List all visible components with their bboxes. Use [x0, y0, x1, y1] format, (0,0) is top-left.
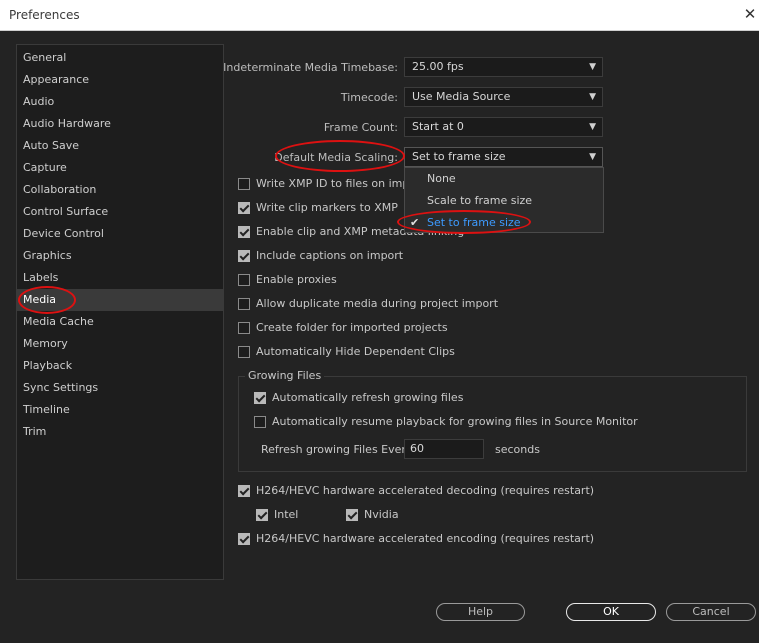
- checkbox[interactable]: [238, 298, 250, 310]
- scaling-label: Default Media Scaling:: [274, 151, 398, 164]
- checkbox-label: Nvidia: [364, 508, 399, 521]
- sidebar-item-auto-save[interactable]: Auto Save: [17, 135, 223, 157]
- sidebar-item-collaboration[interactable]: Collaboration: [17, 179, 223, 201]
- refresh-interval-input[interactable]: 60: [404, 439, 484, 459]
- checkbox[interactable]: [238, 250, 250, 262]
- checkbox-label: H264/HEVC hardware accelerated encoding …: [256, 532, 595, 545]
- timebase-label: Indeterminate Media Timebase:: [223, 61, 398, 74]
- menu-item-none[interactable]: None: [405, 168, 603, 190]
- checkbox-label: Allow duplicate media during project imp…: [256, 297, 499, 310]
- checkbox[interactable]: [254, 416, 266, 428]
- sidebar-item-control-surface[interactable]: Control Surface: [17, 201, 223, 223]
- sidebar-item-device-control[interactable]: Device Control: [17, 223, 223, 245]
- chevron-down-icon: ▼: [589, 92, 596, 102]
- sidebar-item-audio-hardware[interactable]: Audio Hardware: [17, 113, 223, 135]
- timebase-dropdown[interactable]: 25.00 fps ▼: [404, 57, 603, 77]
- timecode-label: Timecode:: [340, 91, 398, 104]
- checkbox-label: Write XMP ID to files on import: [256, 177, 425, 190]
- window-title: Preferences: [9, 8, 80, 22]
- refresh-label: Refresh growing Files Every: [261, 443, 413, 456]
- checkbox[interactable]: [346, 509, 358, 521]
- checkbox[interactable]: [238, 202, 250, 214]
- sidebar-item-sync-settings[interactable]: Sync Settings: [17, 377, 223, 399]
- checkbox-label: Write clip markers to XMP: [256, 201, 398, 214]
- frame-count-value: Start at 0: [412, 120, 464, 133]
- ok-button[interactable]: OK: [566, 603, 656, 621]
- refresh-unit-label: seconds: [495, 443, 540, 456]
- chevron-down-icon: ▼: [589, 122, 596, 132]
- sidebar-item-media-cache[interactable]: Media Cache: [17, 311, 223, 333]
- timecode-value: Use Media Source: [412, 90, 511, 103]
- frame-count-dropdown[interactable]: Start at 0 ▼: [404, 117, 603, 137]
- menu-item-scale-to-frame-size[interactable]: Scale to frame size: [405, 190, 603, 212]
- checkbox-label: Create folder for imported projects: [256, 321, 448, 334]
- timebase-value: 25.00 fps: [412, 60, 464, 73]
- growing-files-title: Growing Files: [245, 369, 325, 382]
- cancel-button[interactable]: Cancel: [666, 603, 756, 621]
- scaling-dropdown[interactable]: Set to frame size ▼: [404, 147, 603, 167]
- sidebar-item-memory[interactable]: Memory: [17, 333, 223, 355]
- check-icon: ✔: [410, 216, 420, 229]
- checkbox-label: Automatically refresh growing files: [272, 391, 464, 404]
- sidebar-item-capture[interactable]: Capture: [17, 157, 223, 179]
- sidebar-item-playback[interactable]: Playback: [17, 355, 223, 377]
- checkbox-label: Enable proxies: [256, 273, 337, 286]
- checkbox[interactable]: [238, 533, 250, 545]
- help-button[interactable]: Help: [436, 603, 525, 621]
- checkbox[interactable]: [238, 322, 250, 334]
- checkbox-label: Intel: [274, 508, 299, 521]
- scaling-value: Set to frame size: [412, 150, 506, 163]
- checkbox[interactable]: [254, 392, 266, 404]
- sidebar-item-media[interactable]: Media: [17, 289, 223, 311]
- frame-count-label: Frame Count:: [323, 121, 398, 134]
- timecode-dropdown[interactable]: Use Media Source ▼: [404, 87, 603, 107]
- checkbox-label: Automatically resume playback for growin…: [272, 415, 638, 428]
- checkbox-label: Automatically Hide Dependent Clips: [256, 345, 455, 358]
- checkbox[interactable]: [256, 509, 268, 521]
- menu-item-label: Scale to frame size: [427, 194, 533, 207]
- sidebar-item-appearance[interactable]: Appearance: [17, 69, 223, 91]
- checkbox[interactable]: [238, 226, 250, 238]
- checkbox[interactable]: [238, 485, 250, 497]
- sidebar-item-timeline[interactable]: Timeline: [17, 399, 223, 421]
- checkbox[interactable]: [238, 178, 250, 190]
- checkbox[interactable]: [238, 274, 250, 286]
- sidebar-item-general[interactable]: General: [17, 47, 223, 69]
- checkbox[interactable]: [238, 346, 250, 358]
- sidebar-item-graphics[interactable]: Graphics: [17, 245, 223, 267]
- title-bar: Preferences ✕: [0, 0, 759, 31]
- chevron-down-icon: ▼: [589, 62, 596, 72]
- category-sidebar: General Appearance Audio Audio Hardware …: [16, 44, 224, 580]
- scaling-menu: None Scale to frame size ✔ Set to frame …: [404, 167, 604, 233]
- sidebar-item-audio[interactable]: Audio: [17, 91, 223, 113]
- checkbox-label: H264/HEVC hardware accelerated decoding …: [256, 484, 595, 497]
- chevron-down-icon: ▼: [589, 152, 596, 162]
- menu-item-label: None: [427, 172, 456, 185]
- close-icon[interactable]: ✕: [741, 5, 759, 23]
- checkbox-label: Include captions on import: [256, 249, 404, 262]
- sidebar-item-labels[interactable]: Labels: [17, 267, 223, 289]
- menu-item-label: Set to frame size: [427, 216, 521, 229]
- sidebar-item-trim[interactable]: Trim: [17, 421, 223, 443]
- menu-item-set-to-frame-size[interactable]: ✔ Set to frame size: [405, 212, 603, 234]
